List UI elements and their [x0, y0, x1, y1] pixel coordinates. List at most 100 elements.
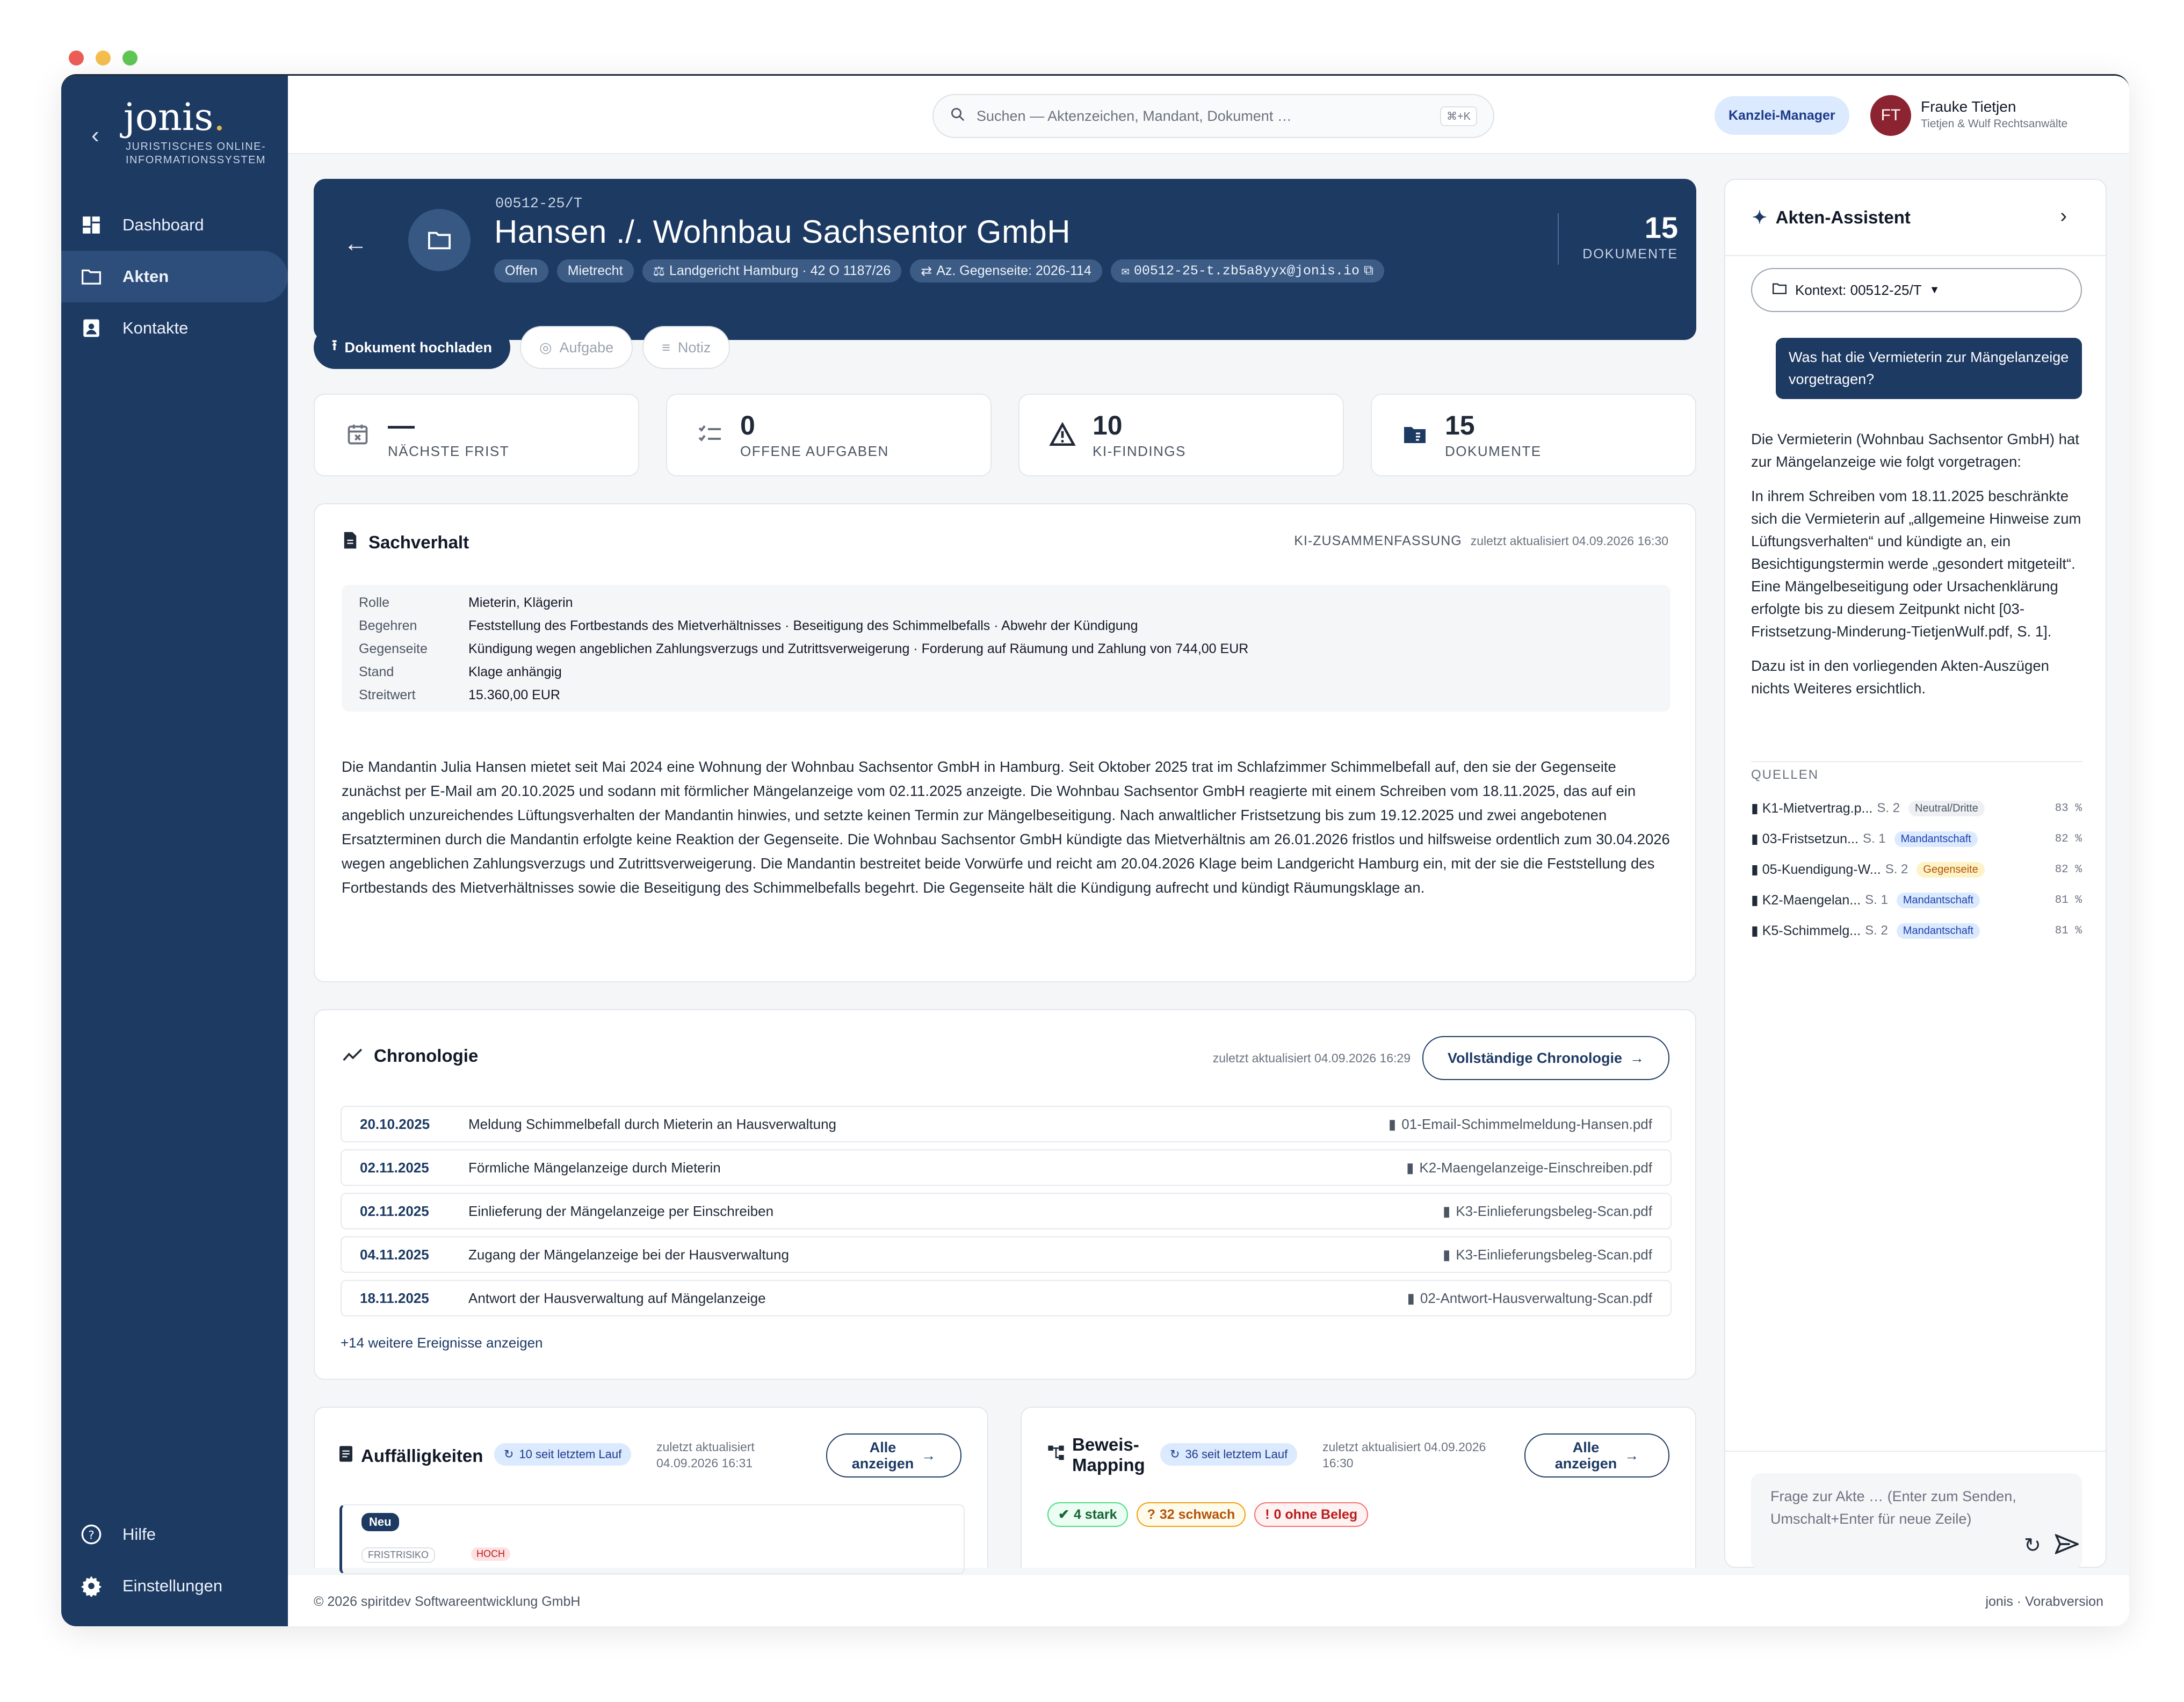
sidebar-item-dashboard[interactable]: Dashboard: [61, 199, 288, 251]
close-dot[interactable]: [69, 50, 84, 66]
add-task-button[interactable]: ◎ Aufgabe: [519, 326, 633, 369]
action-bar: ⭱ Dokument hochladen ◎ Aufgabe ≡ Notiz: [314, 326, 731, 369]
task-icon: ◎: [539, 339, 552, 356]
show-all-findings-button[interactable]: Alle anzeigen →: [826, 1433, 961, 1478]
case-tags: Offen Mietrecht ⚖ Landgericht Hamburg · 4…: [494, 259, 1384, 283]
case-number: 00512-25/T: [495, 196, 583, 212]
card-title: Sachverhalt: [343, 531, 469, 554]
source-item[interactable]: ▮ K1-Mietvertrag.p... S. 2 Neutral/Dritte 8…: [1751, 795, 2082, 821]
shortcut-hint: ⌘+K: [1440, 106, 1477, 126]
sidebar-item-kontakte[interactable]: Kontakte: [61, 302, 288, 354]
ki-summary-label: KI-ZUSAMMENFASSUNG: [1294, 533, 1462, 548]
stat-value: 15: [1445, 410, 1475, 440]
gear-icon: [79, 1574, 103, 1598]
strong-evidence-pill[interactable]: ✔ 4 stark: [1047, 1502, 1128, 1527]
table-row[interactable]: 02.11.2025 Einlieferung der Mängelanzeige…: [341, 1193, 1672, 1229]
finding-category: FRISTRISIKO: [361, 1547, 436, 1563]
stat-documents[interactable]: 15 DOKUMENTE: [1371, 394, 1696, 476]
send-icon[interactable]: [2054, 1533, 2080, 1558]
card-title: Auffälligkeiten: [338, 1445, 483, 1467]
file-icon: ▮: [1751, 893, 1762, 908]
divider: [1725, 255, 2106, 256]
table-row[interactable]: 02.11.2025 Förmliche Mängelanzeige durch …: [341, 1149, 1672, 1186]
source-item[interactable]: ▮ 03-Fristsetzun... S. 1 Mandantschaft 82 %: [1751, 826, 2082, 852]
sidebar-item-akten[interactable]: Akten: [61, 251, 288, 302]
full-chronology-button[interactable]: Vollständige Chronologie →: [1422, 1036, 1669, 1080]
sidebar-item-einstellungen[interactable]: Einstellungen: [61, 1560, 288, 1612]
maximize-dot[interactable]: [122, 50, 138, 66]
finding-item[interactable]: Neu FRISTRISIKO HOCH: [339, 1504, 965, 1574]
table-row[interactable]: 20.10.2025 Meldung Schimmelbefall durch M…: [341, 1106, 1672, 1142]
stat-value: 0: [740, 410, 755, 440]
upload-document-button[interactable]: ⭱ Dokument hochladen: [314, 326, 510, 369]
no-evidence-pill[interactable]: ! 0 ohne Beleg: [1254, 1502, 1369, 1527]
sources-label: QUELLEN: [1751, 767, 1819, 782]
table-row[interactable]: 18.11.2025 Antwort der Hausverwaltung auf…: [341, 1280, 1672, 1316]
file-icon: ▮: [1443, 1246, 1451, 1263]
user-firm: Tietjen & Wulf Rechtsanwälte: [1921, 118, 2068, 130]
context-select[interactable]: Kontext: 00512-25/T ▼: [1751, 268, 2082, 312]
question-circle-icon: ?: [1147, 1507, 1155, 1522]
updated-timestamp: zuletzt aktualisiert 04.09.2026 16:31: [656, 1440, 755, 1470]
status-badge: Offen: [494, 259, 548, 283]
file-icon: ▮: [1751, 923, 1762, 938]
stat-value: —: [388, 410, 415, 440]
help-icon: ?: [79, 1523, 103, 1546]
logo-subtitle: JURISTISCHES ONLINE-INFORMATIONSSYSTEM: [126, 141, 266, 166]
gavel-icon: ⚖: [653, 263, 665, 279]
folder-icon: [408, 209, 471, 271]
fact-row: Begehren Feststellung des Fortbestands de…: [359, 618, 1138, 633]
reset-icon[interactable]: ↻: [2024, 1533, 2041, 1558]
stat-label: OFFENE AUFGABEN: [740, 443, 889, 459]
folder-icon: [1771, 281, 1788, 299]
sidebar: ‹ jonis. JURISTISCHES ONLINE-INFORMATION…: [61, 76, 288, 1626]
summary-text: Die Mandantin Julia Hansen mietet seit M…: [342, 758, 1670, 896]
avatar[interactable]: FT: [1870, 95, 1911, 136]
stat-next-deadline[interactable]: — NÄCHSTE FRIST: [314, 394, 639, 476]
search-input[interactable]: Suchen — Aktenzeichen, Mandant, Dokument…: [932, 94, 1494, 138]
minimize-dot[interactable]: [96, 50, 111, 66]
role-badge[interactable]: Kanzlei-Manager: [1715, 96, 1849, 135]
sidebar-item-hilfe[interactable]: ? Hilfe: [61, 1509, 288, 1560]
document-count: 15: [1644, 211, 1678, 244]
window-controls: [69, 50, 138, 66]
contacts-icon: [79, 316, 103, 340]
chevron-right-icon[interactable]: ›: [2060, 205, 2067, 228]
file-icon: ▮: [1388, 1116, 1397, 1132]
beweis-mapping-card: Beweis- Mapping ↻ 36 seit letztem Lauf zul…: [1021, 1407, 1696, 1568]
copyright: © 2026 spiritdev Softwareentwicklung Gmb…: [314, 1594, 581, 1609]
source-item[interactable]: ▮ K2-Maengelan... S. 1 Mandantschaft 81 %: [1751, 887, 2082, 913]
new-badge: Neu: [361, 1513, 399, 1531]
copy-icon[interactable]: ⧉: [1364, 263, 1373, 279]
run-count-badge: ↻ 36 seit letztem Lauf: [1160, 1443, 1298, 1466]
checklist-icon: [694, 418, 726, 451]
caret-down-icon: ▼: [1929, 284, 1940, 296]
stat-label: NÄCHSTE FRIST: [388, 443, 510, 459]
card-title: Beweis- Mapping: [1047, 1435, 1145, 1475]
card-meta: KI-ZUSAMMENFASSUNG zuletzt aktualisiert …: [1294, 533, 1668, 549]
stats-row: — NÄCHSTE FRIST 0 OFFENE AUFGABEN 10 KI-…: [314, 394, 1696, 476]
dashboard-icon: [79, 213, 103, 237]
calendar-x-icon: [342, 418, 374, 451]
note-icon: ≡: [662, 339, 670, 356]
stat-open-tasks[interactable]: 0 OFFENE AUFGABEN: [666, 394, 992, 476]
show-more-events-link[interactable]: +14 weitere Ereignisse anzeigen: [341, 1335, 543, 1351]
updated-timestamp: zuletzt aktualisiert 04.09.2026 16:29: [1212, 1051, 1411, 1065]
stat-value: 10: [1093, 410, 1123, 440]
svg-text:?: ?: [88, 1529, 95, 1542]
show-all-evidence-button[interactable]: Alle anzeigen →: [1524, 1433, 1669, 1478]
source-item[interactable]: ▮ K5-Schimmelg... S. 2 Mandantschaft 81 %: [1751, 918, 2082, 944]
stat-label: DOKUMENTE: [1445, 443, 1542, 459]
assistant-answer: Die Vermieterin (Wohnbau Sachsentor GmbH…: [1751, 431, 2081, 697]
table-row[interactable]: 04.11.2025 Zugang der Mängelanzeige bei d…: [341, 1236, 1672, 1273]
source-item[interactable]: ▮ 05-Kuendigung-W... S. 2 Gegenseite 82 %: [1751, 857, 2082, 882]
back-arrow-icon[interactable]: ←: [344, 230, 367, 257]
weak-evidence-pill[interactable]: ? 32 schwach: [1136, 1502, 1246, 1527]
severity-badge: HOCH: [471, 1547, 510, 1561]
fact-row: Streitwert 15.360,00 EUR: [359, 687, 560, 702]
court-badge: ⚖ Landgericht Hamburg · 42 O 1187/26: [642, 259, 902, 283]
add-note-button[interactable]: ≡ Notiz: [642, 326, 731, 369]
fact-row: Stand Klage anhängig: [359, 664, 562, 679]
stat-ki-findings[interactable]: 10 KI-FINDINGS: [1018, 394, 1344, 476]
collapse-sidebar-icon[interactable]: ‹: [91, 122, 99, 149]
